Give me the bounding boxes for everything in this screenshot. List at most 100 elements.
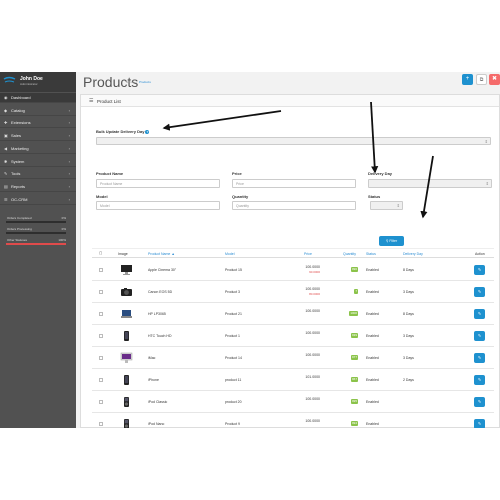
row-checkbox[interactable]	[99, 356, 103, 360]
filter-price-input[interactable]: Price	[232, 179, 356, 188]
product-thumbnail	[120, 264, 133, 276]
add-product-button[interactable]: +	[462, 74, 473, 85]
delete-button[interactable]: ✖	[489, 74, 500, 85]
table-row[interactable]: iMac Product 14 100.0000 977 Enabled 3 Days ✎	[92, 347, 494, 369]
sidebar-item-dashboard[interactable]: ◉ Dashboard	[0, 93, 76, 103]
filter-model-input[interactable]: Model	[96, 201, 220, 210]
sidebar-item-sales[interactable]: ▣ Sales ›	[0, 131, 76, 142]
edit-button[interactable]: ✎	[474, 309, 485, 319]
sidebar-item-system[interactable]: ✱ System ›	[0, 157, 76, 167]
edit-button[interactable]: ✎	[474, 397, 485, 407]
copy-button[interactable]: ⧉	[476, 74, 487, 85]
pencil-icon: ✎	[477, 311, 482, 316]
column-status[interactable]: Status	[366, 252, 376, 256]
quantity-badge: 994	[350, 421, 358, 426]
quantity-badge: 995	[350, 399, 358, 404]
list-icon: ☰	[89, 98, 94, 104]
column-model[interactable]: Model	[225, 252, 235, 256]
filter-product-name-input[interactable]: Product Name	[96, 179, 220, 188]
edit-button[interactable]: ✎	[474, 375, 485, 385]
row-checkbox[interactable]	[99, 268, 103, 272]
chart-icon: ▤	[4, 183, 8, 189]
crm-icon: ☰	[4, 196, 8, 202]
product-model: Product 3	[225, 290, 240, 294]
row-checkbox[interactable]	[99, 334, 103, 338]
product-model: Product 21	[225, 312, 242, 316]
product-price: 100.0000	[305, 265, 320, 269]
stat-orders-processing: Orders Processing 0%	[4, 226, 68, 236]
table-row[interactable]: Canon EOS 5D Product 3 100.0000 80.0000 7 Ena…	[92, 281, 494, 303]
bulk-delivery-select[interactable]: ⇕	[96, 137, 491, 145]
admin-app: John Doe Administrator ◉ Dashboard ◆ Catalo…	[0, 72, 500, 428]
chevron-right-icon: ›	[68, 171, 70, 177]
column-product-name[interactable]: Product Name ▲	[148, 252, 175, 256]
product-status: Enabled	[366, 290, 379, 294]
product-model: Product 15	[225, 268, 242, 272]
edit-button[interactable]: ✎	[474, 331, 485, 341]
row-checkbox[interactable]	[99, 378, 103, 382]
filter-button[interactable]: ⚲ Filter	[379, 236, 404, 246]
stat-label: Orders Completed	[7, 216, 32, 220]
stat-progress-track	[6, 243, 66, 245]
product-status: Enabled	[366, 312, 379, 316]
sidebar-item-label: Marketing	[11, 145, 29, 151]
product-model: product 11	[225, 378, 242, 382]
product-price: 100.0000	[305, 419, 320, 423]
table-row[interactable]: iPhone product 11 101.0000 967 Enabled 2 Days…	[92, 369, 494, 391]
product-delivery-day: 8 Days	[403, 312, 414, 316]
table-row[interactable]: iPod Nano Product 9 100.0000 994 Enabled ✎	[92, 413, 494, 428]
select-all-checkbox[interactable]: ▢	[99, 251, 102, 255]
select-arrow-icon: ⇕	[485, 181, 489, 186]
product-name: Apple Cinema 30"	[148, 268, 177, 272]
breadcrumb-products[interactable]: Products	[139, 80, 151, 84]
table-row[interactable]: Apple Cinema 30" Product 15 100.0000 90.000…	[92, 259, 494, 281]
product-thumbnail	[120, 330, 133, 342]
sidebar-item-catalog[interactable]: ◆ Catalog ›	[0, 106, 76, 116]
edit-button[interactable]: ✎	[474, 353, 485, 363]
sidebar-item-label: Catalog	[11, 107, 25, 113]
column-quantity[interactable]: Quantity	[343, 252, 356, 256]
stat-value: 0%	[61, 216, 66, 220]
share-icon: ◀	[4, 145, 8, 151]
product-name: iPod Classic	[148, 400, 168, 404]
sidebar-item-extensions[interactable]: ✚ Extensions ›	[0, 118, 76, 129]
sidebar-item-oc-crm[interactable]: ☰ OC-CRM ›	[0, 195, 76, 205]
column-action: Action	[475, 252, 485, 256]
product-thumbnail	[120, 352, 133, 364]
breadcrumb-home[interactable]: Home	[126, 80, 134, 84]
product-thumbnail	[120, 374, 133, 386]
help-icon[interactable]: ?	[145, 130, 150, 134]
filter-delivery-day-label: Delivery Day	[368, 171, 393, 176]
product-status: Enabled	[366, 400, 379, 404]
table-row[interactable]: HP LP3065 Product 21 100.0000 1000 Enabled 8 …	[92, 303, 494, 325]
row-checkbox[interactable]	[99, 422, 103, 426]
stat-progress-track	[6, 221, 66, 223]
filter-delivery-day-select[interactable]: ⇕	[368, 179, 492, 188]
edit-button[interactable]: ✎	[474, 265, 485, 275]
pencil-icon: ✎	[477, 333, 482, 338]
puzzle-icon: ✚	[4, 120, 8, 126]
edit-button[interactable]: ✎	[474, 419, 485, 428]
user-profile[interactable]: John Doe Administrator	[0, 72, 76, 92]
stat-value: 100%	[58, 238, 66, 242]
sidebar-item-marketing[interactable]: ◀ Marketing ›	[0, 144, 76, 154]
column-delivery-day[interactable]: Delivery Day	[403, 252, 423, 256]
column-price[interactable]: Price	[304, 252, 312, 256]
sidebar-item-tools[interactable]: ✎ Tools ›	[0, 169, 76, 180]
filter-quantity-input[interactable]: Quantity	[232, 201, 356, 210]
row-checkbox[interactable]	[99, 290, 103, 294]
product-delivery-day: 3 Days	[403, 334, 414, 338]
table-row[interactable]: HTC Touch HD Product 1 100.0000 939 Enabled 3…	[92, 325, 494, 347]
filter-status-select[interactable]: ⇕	[370, 201, 403, 210]
row-checkbox[interactable]	[99, 400, 103, 404]
stat-progress-fill	[6, 243, 66, 245]
edit-button[interactable]: ✎	[474, 287, 485, 297]
row-checkbox[interactable]	[99, 312, 103, 316]
sidebar-item-label: Extensions	[11, 120, 31, 126]
stat-label: Other Statuses	[7, 238, 28, 242]
table-row[interactable]: iPod Classic product 20 100.0000 995 Enabled…	[92, 391, 494, 413]
stat-progress-track	[6, 232, 66, 234]
sidebar-item-label: Tools	[11, 171, 21, 177]
product-status: Enabled	[366, 334, 379, 338]
sidebar-item-reports[interactable]: ▤ Reports ›	[0, 182, 76, 192]
